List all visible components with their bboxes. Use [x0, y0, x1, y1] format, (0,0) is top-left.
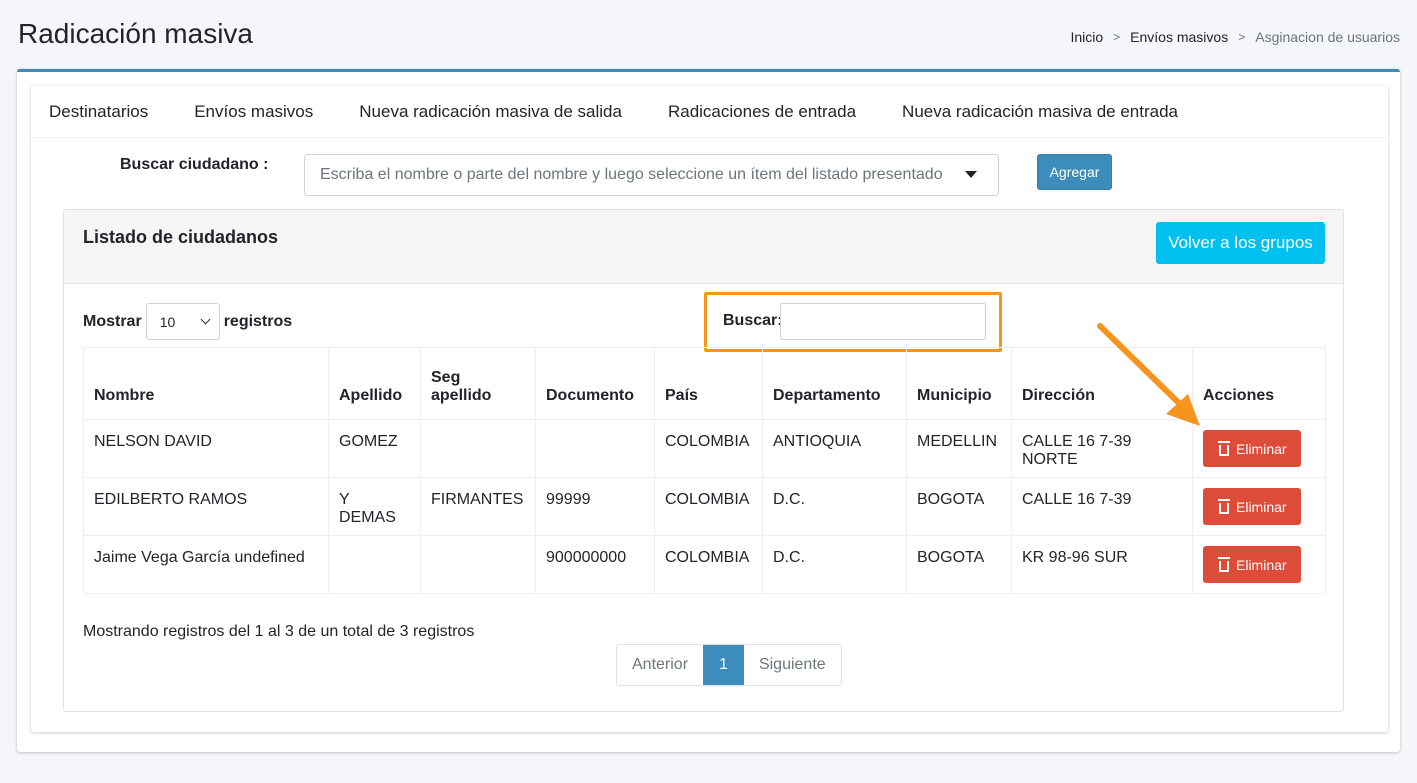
cell-documento: 900000000: [535, 535, 655, 594]
table-row: EDILBERTO RAMOS Y DEMAS FIRMANTES 99999 …: [83, 477, 1326, 536]
cell-seg-apellido: FIRMANTES: [420, 477, 536, 536]
delete-button[interactable]: Eliminar: [1203, 488, 1301, 525]
cell-pais: COLOMBIA: [654, 477, 763, 536]
cell-apellido: [328, 535, 421, 594]
back-to-groups-button[interactable]: Volver a los grupos: [1156, 222, 1325, 264]
list-header: Listado de ciudadanos Volver a los grupo…: [64, 210, 1343, 284]
citizen-search-placeholder: Escriba el nombre o parte del nombre y l…: [320, 166, 943, 183]
citizen-list-panel: Listado de ciudadanos Volver a los grupo…: [63, 209, 1344, 712]
tab-envios-masivos[interactable]: Envíos masivos: [176, 102, 331, 122]
delete-label: Eliminar: [1236, 556, 1287, 573]
citizen-search-select[interactable]: Escriba el nombre o parte del nombre y l…: [304, 154, 999, 196]
tab-destinatarios[interactable]: Destinatarios: [31, 102, 166, 122]
pager-next[interactable]: Siguiente: [744, 645, 841, 685]
cell-documento: 99999: [535, 477, 655, 536]
col-pais[interactable]: País: [654, 347, 763, 420]
table-info: Mostrando registros del 1 al 3 de un tot…: [83, 623, 475, 640]
table-header-row: Nombre Apellido Seg apellido Documento P…: [83, 347, 1326, 420]
cell-departamento: D.C.: [762, 477, 907, 536]
breadcrumb-inicio[interactable]: Inicio: [1070, 29, 1103, 45]
chevron-down-icon: [200, 314, 211, 325]
cell-seg-apellido: [420, 535, 536, 594]
col-municipio[interactable]: Municipio: [906, 347, 1012, 420]
cell-departamento: D.C.: [762, 535, 907, 594]
cell-direccion: CALLE 16 7-39: [1011, 477, 1193, 536]
breadcrumb-current: Asginacion de usuarios: [1255, 29, 1400, 45]
cell-municipio: BOGOTA: [906, 477, 1012, 536]
cell-departamento: ANTIOQUIA: [762, 419, 907, 478]
citizen-search-label: Buscar ciudadano :: [120, 156, 269, 173]
list-title: Listado de ciudadanos: [83, 227, 279, 247]
pager-prev[interactable]: Anterior: [617, 645, 703, 685]
col-documento[interactable]: Documento: [535, 347, 655, 420]
cell-pais: COLOMBIA: [654, 419, 763, 478]
col-seg-apellido[interactable]: Seg apellido: [420, 347, 536, 420]
table-search-input[interactable]: [780, 303, 986, 340]
cell-pais: COLOMBIA: [654, 535, 763, 594]
tab-bar: Destinatarios Envíos masivos Nueva radic…: [31, 86, 1388, 138]
page-length-value: 10: [159, 313, 176, 330]
show-prefix-label: Mostrar: [83, 312, 142, 330]
show-suffix-label: registros: [223, 312, 293, 330]
col-nombre[interactable]: Nombre: [83, 347, 329, 420]
breadcrumb-envios-masivos[interactable]: Envíos masivos: [1130, 29, 1228, 45]
caret-down-icon: [965, 171, 977, 178]
cell-apellido: GOMEZ: [328, 419, 421, 478]
cell-acciones: Eliminar: [1192, 535, 1326, 594]
col-acciones: Acciones: [1192, 347, 1326, 420]
add-citizen-button[interactable]: Agregar: [1037, 154, 1112, 190]
cell-direccion: KR 98-96 SUR: [1011, 535, 1193, 594]
col-apellido[interactable]: Apellido: [328, 347, 421, 420]
cell-municipio: MEDELLIN: [906, 419, 1012, 478]
cell-seg-apellido: [420, 419, 536, 478]
tab-radicaciones-entrada[interactable]: Radicaciones de entrada: [650, 102, 874, 122]
page-length-select[interactable]: 10: [145, 303, 220, 340]
citizen-table: Nombre Apellido Seg apellido Documento P…: [83, 347, 1326, 594]
cell-municipio: BOGOTA: [906, 535, 1012, 594]
page-title: Radicación masiva: [18, 18, 253, 49]
cell-documento: [535, 419, 655, 478]
col-departamento[interactable]: Departamento: [762, 347, 907, 420]
tab-card: Destinatarios Envíos masivos Nueva radic…: [31, 86, 1388, 732]
page-length-control: Mostrar 10 registros: [83, 303, 292, 340]
trash-icon: [1217, 499, 1231, 514]
table-row: NELSON DAVID GOMEZ COLOMBIA ANTIOQUIA ME…: [83, 419, 1326, 478]
trash-icon: [1217, 441, 1231, 456]
col-direccion[interactable]: Dirección: [1011, 347, 1193, 420]
breadcrumb: Inicio > Envíos masivos > Asginacion de …: [1070, 29, 1400, 45]
breadcrumb-separator: >: [1238, 30, 1246, 44]
pager-page-1[interactable]: 1: [703, 645, 744, 685]
table-row: Jaime Vega García undefined 900000000 CO…: [83, 535, 1326, 594]
tab-nueva-radicacion-salida[interactable]: Nueva radicación masiva de salida: [341, 102, 640, 122]
breadcrumb-separator: >: [1113, 30, 1121, 44]
pagination: Anterior 1 Siguiente: [616, 644, 842, 686]
cell-direccion: CALLE 16 7-39 NORTE: [1011, 419, 1193, 478]
cell-nombre: NELSON DAVID: [83, 419, 329, 478]
cell-nombre: Jaime Vega García undefined: [83, 535, 329, 594]
delete-label: Eliminar: [1236, 440, 1287, 457]
main-card: Destinatarios Envíos masivos Nueva radic…: [17, 69, 1400, 752]
delete-button[interactable]: Eliminar: [1203, 430, 1301, 467]
cell-acciones: Eliminar: [1192, 477, 1326, 536]
delete-button[interactable]: Eliminar: [1203, 546, 1301, 583]
tab-nueva-radicacion-entrada[interactable]: Nueva radicación masiva de entrada: [884, 102, 1196, 122]
table-search-label: Buscar:: [723, 312, 783, 329]
trash-icon: [1217, 557, 1231, 572]
cell-apellido: Y DEMAS: [328, 477, 421, 536]
delete-label: Eliminar: [1236, 498, 1287, 515]
cell-acciones: Eliminar: [1192, 419, 1326, 478]
cell-nombre: EDILBERTO RAMOS: [83, 477, 329, 536]
